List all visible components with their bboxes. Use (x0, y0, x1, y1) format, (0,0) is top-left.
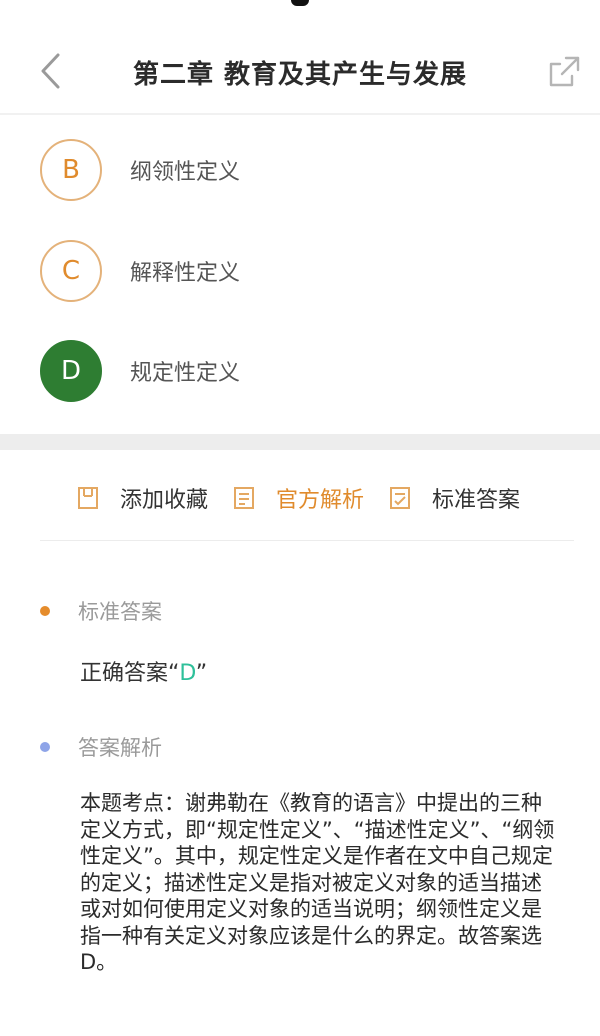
official-analysis-button[interactable]: 官方解析 (232, 482, 364, 514)
bullet-dot-icon (40, 742, 50, 752)
back-button[interactable] (30, 50, 70, 92)
add-favorite-label: 添加收藏 (120, 488, 209, 513)
correct-answer: 正确答案“D” (80, 655, 207, 687)
answer-suffix: ” (195, 661, 208, 686)
answer-letter: D (179, 661, 196, 686)
section-separator (0, 434, 600, 450)
action-bar: 添加收藏 官方解析 标准答案 (76, 474, 544, 522)
bullet-dot-icon (40, 606, 50, 616)
answer-prefix: 正确答案“ (80, 661, 180, 686)
header: 第二章 教育及其产生与发展 (0, 28, 600, 114)
standard-answer-label: 标准答案 (432, 488, 521, 513)
share-icon (549, 56, 580, 87)
analysis-text: 本题考点：谢弗勒在《教育的语言》中提出的三种定义方式，即“规定性定义”、“描述性… (80, 791, 555, 974)
official-analysis-label: 官方解析 (276, 488, 365, 513)
analysis-section-title: 答案解析 (40, 732, 162, 762)
bookmark-icon (78, 487, 98, 509)
section-label: 标准答案 (78, 600, 162, 624)
option-b[interactable]: B 纲领性定义 (40, 136, 560, 204)
standard-answer-button[interactable]: 标准答案 (388, 482, 520, 514)
add-favorite-button[interactable]: 添加收藏 (76, 482, 208, 514)
option-text: 纲领性定义 (130, 160, 241, 185)
option-letter-badge: C (40, 240, 102, 302)
share-button[interactable] (544, 52, 584, 92)
option-c[interactable]: C 解释性定义 (40, 237, 560, 305)
chevron-left-icon (41, 53, 60, 89)
option-text: 解释性定义 (130, 261, 241, 286)
option-letter-badge-selected: D (40, 340, 102, 402)
header-divider (0, 113, 600, 115)
action-divider (40, 540, 574, 541)
option-letter-badge: B (40, 139, 102, 201)
status-bar-notch (291, 0, 309, 6)
option-text: 规定性定义 (130, 361, 241, 386)
option-d[interactable]: D 规定性定义 (40, 337, 560, 405)
section-label: 答案解析 (78, 736, 162, 760)
answer-sheet-icon (390, 487, 411, 509)
page-title: 第二章 教育及其产生与发展 (132, 60, 468, 90)
document-icon (234, 487, 255, 509)
standard-answer-section-title: 标准答案 (40, 596, 162, 626)
